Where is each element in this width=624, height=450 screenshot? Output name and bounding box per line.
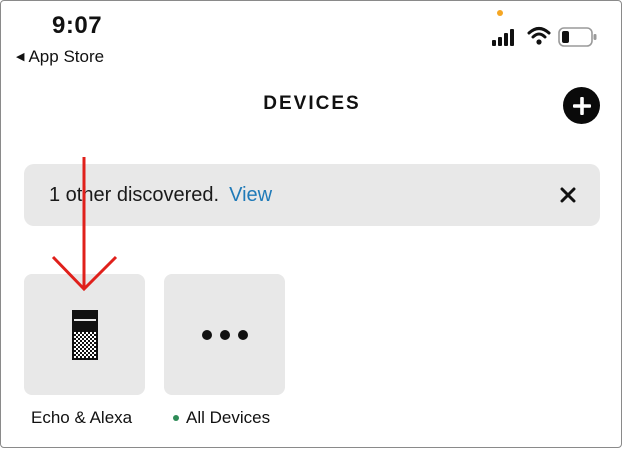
cellular-signal-icon (492, 29, 514, 46)
page-title: DEVICES (263, 93, 361, 114)
wifi-icon (527, 27, 551, 45)
all-devices-label-group: All Devices (173, 408, 270, 428)
plus-icon (572, 96, 591, 115)
banner-text: 1 other discovered. (49, 183, 220, 206)
back-to-app-store[interactable]: ◀ App Store (16, 47, 104, 67)
add-device-button[interactable] (563, 87, 600, 124)
back-triangle-icon: ◀ (16, 50, 25, 63)
discovery-banner: 1 other discovered. View (24, 164, 600, 226)
all-devices-label: All Devices (186, 408, 271, 427)
echo-alexa-label: Echo & Alexa (31, 408, 133, 427)
status-dot (173, 415, 179, 421)
battery-icon (558, 27, 597, 47)
echo-alexa-tile[interactable] (24, 274, 145, 395)
echo-device-icon (71, 309, 98, 360)
more-dots-icon (201, 329, 248, 340)
banner-view-link[interactable]: View (229, 184, 272, 207)
banner-close-button[interactable] (556, 183, 580, 207)
privacy-indicator-dot (497, 10, 503, 16)
status-time: 9:07 (52, 12, 103, 39)
close-icon (560, 187, 576, 203)
all-devices-tile[interactable] (164, 274, 285, 395)
back-label: App Store (28, 47, 105, 66)
